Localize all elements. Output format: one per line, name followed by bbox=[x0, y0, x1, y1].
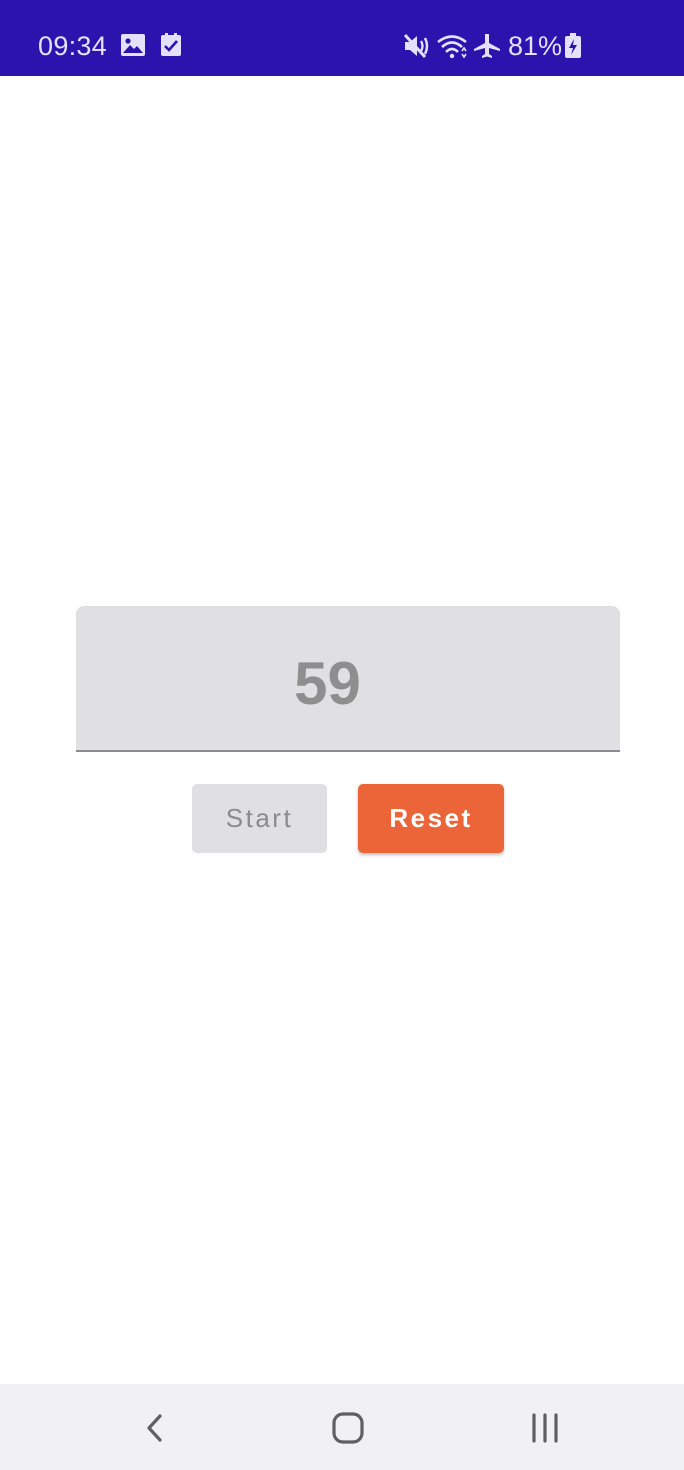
home-icon[interactable] bbox=[318, 1398, 378, 1458]
back-icon[interactable] bbox=[122, 1398, 182, 1458]
reset-button[interactable]: Reset bbox=[358, 784, 504, 853]
counter-value: 59 bbox=[294, 650, 361, 717]
status-time: 09:34 bbox=[38, 31, 108, 61]
battery-percent: 81% bbox=[508, 31, 563, 61]
status-bar: 09:34 81% bbox=[0, 0, 684, 76]
task-check-icon bbox=[160, 33, 182, 62]
start-button[interactable]: Start bbox=[192, 784, 327, 853]
battery-charging-icon bbox=[564, 33, 582, 64]
recent-apps-icon[interactable] bbox=[515, 1398, 575, 1458]
airplane-mode-icon bbox=[473, 33, 501, 64]
counter-field[interactable]: 59 bbox=[76, 606, 620, 752]
wifi-icon bbox=[436, 33, 468, 64]
mute-icon bbox=[403, 33, 431, 64]
navigation-bar bbox=[0, 1384, 684, 1470]
image-notification-icon bbox=[120, 33, 146, 62]
app-screen: 09:34 81% 59 Start Reset bbox=[0, 0, 684, 1470]
